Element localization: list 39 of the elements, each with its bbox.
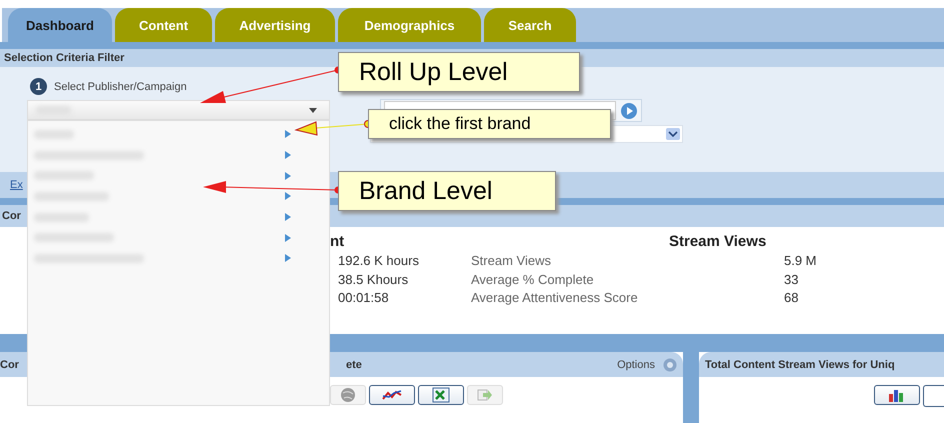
link[interactable]: Ex [0, 179, 23, 191]
tab[interactable]: Content [115, 8, 212, 42]
metric-value: 5.9 M [784, 253, 817, 270]
help-icon[interactable] [663, 358, 677, 372]
metric-label: Average % Complete [471, 272, 595, 289]
panel-title: Cor [0, 358, 19, 370]
callout-tooltip: Roll Up Level [338, 52, 580, 92]
spreadsheet-icon [432, 387, 450, 403]
column-header: nt [330, 233, 346, 252]
options-label[interactable]: Options [617, 358, 655, 370]
metric-label: Average Attentiveness Score [471, 290, 639, 307]
tab[interactable]: Advertising [215, 8, 335, 42]
tab[interactable]: Search [484, 8, 576, 42]
tab[interactable]: Demographics [338, 8, 481, 42]
callout-tooltip: Brand Level [338, 171, 556, 211]
column-header: Stream Views [669, 233, 766, 252]
play-icon[interactable] [620, 102, 638, 120]
chart-button[interactable] [418, 385, 464, 405]
caret-down-icon [309, 108, 317, 112]
chart-button[interactable] [923, 385, 944, 407]
panel-title: ete [346, 358, 362, 370]
metric-value: 33 [784, 272, 798, 288]
globe-icon [340, 387, 356, 403]
metric-value: 38.5 Khours [337, 272, 410, 288]
chart-button[interactable] [874, 385, 920, 405]
metric-value: 00:01:58 [337, 290, 390, 307]
chevron-down-icon [666, 128, 680, 140]
metric-value: 192.6 K hours [337, 253, 420, 270]
metric-label: Stream Views [471, 253, 552, 270]
chart-button[interactable] [369, 385, 415, 405]
tab[interactable]: Dashboard [8, 8, 112, 42]
step-number-badge: 1 [30, 78, 47, 95]
line-chart-icon [382, 389, 402, 401]
metric-value: 68 [784, 290, 798, 307]
callout-tooltip: click the first brand [368, 109, 611, 139]
step-label: Select Publisher/Campaign [54, 80, 187, 92]
publisher-dropdown[interactable] [27, 100, 330, 120]
panel-title: Total Content Stream Views for Uniq [705, 358, 895, 370]
arrow-icon [477, 388, 493, 402]
